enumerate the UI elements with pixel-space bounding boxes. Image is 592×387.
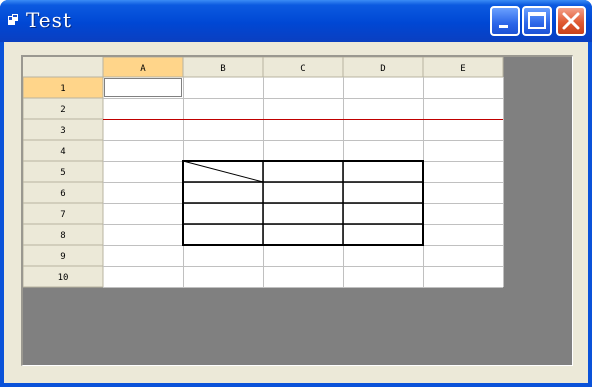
row-header-label: 3 xyxy=(60,126,65,136)
title-bar[interactable]: Test xyxy=(0,0,592,42)
minimize-icon xyxy=(499,25,508,28)
row-header-label: 1 xyxy=(60,84,65,94)
row-header-label: 6 xyxy=(60,189,65,199)
column-header-label: C xyxy=(300,64,305,74)
row-header-label: 8 xyxy=(60,231,65,241)
client-area: A B C D E 1 2 3 4 5 6 7 8 9 10 xyxy=(4,42,588,383)
column-header-label: B xyxy=(220,64,225,74)
row-header-label: 4 xyxy=(60,147,65,157)
column-header-label: E xyxy=(460,64,465,74)
spreadsheet-grid[interactable]: A B C D E 1 2 3 4 5 6 7 8 9 10 xyxy=(23,57,572,365)
column-header-label: A xyxy=(140,64,146,74)
row-header-label: 10 xyxy=(58,273,69,283)
row-header-label: 2 xyxy=(60,105,65,115)
minimize-button[interactable] xyxy=(490,6,520,36)
column-header-label: D xyxy=(380,64,385,74)
grid-control[interactable]: A B C D E 1 2 3 4 5 6 7 8 9 10 xyxy=(21,55,573,366)
app-icon xyxy=(8,14,18,25)
app-window: Test A B C D E 1 2 3 4 5 6 7 8 9 10 xyxy=(0,0,592,387)
close-button[interactable] xyxy=(556,6,586,36)
maximize-icon xyxy=(528,12,546,29)
corner-header[interactable] xyxy=(23,57,103,77)
window-title: Test xyxy=(26,8,72,32)
row-header-label: 5 xyxy=(60,168,65,178)
close-icon xyxy=(562,12,580,30)
row-header-label: 7 xyxy=(60,210,65,220)
row-header-label: 9 xyxy=(60,252,65,262)
maximize-button[interactable] xyxy=(522,6,552,36)
